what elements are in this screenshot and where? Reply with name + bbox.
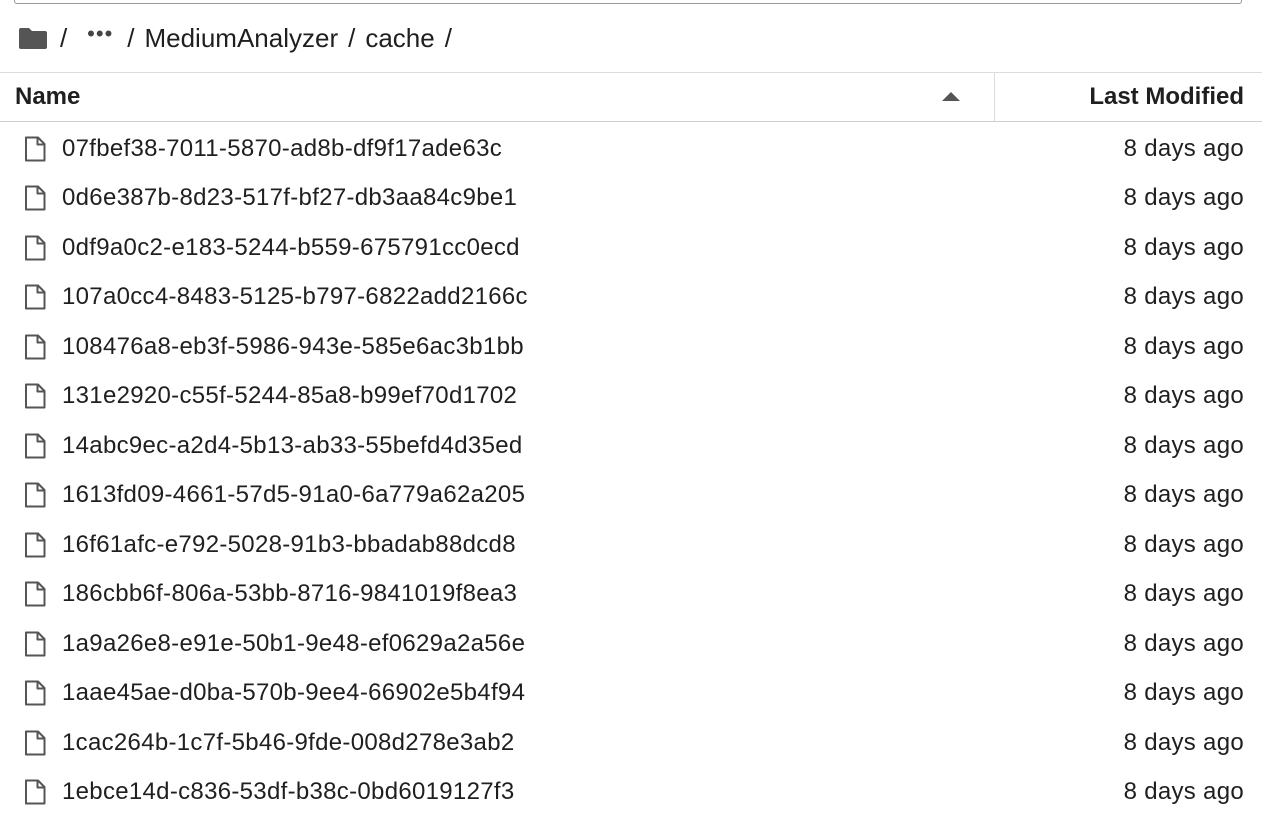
file-last-modified: 8 days ago xyxy=(1124,630,1262,658)
file-icon xyxy=(24,581,46,607)
file-name: 1a9a26e8-e91e-50b1-9e48-ef0629a2a56e xyxy=(62,630,1124,658)
file-last-modified: 8 days ago xyxy=(1124,184,1262,212)
file-icon xyxy=(24,680,46,706)
breadcrumb-ellipsis[interactable]: ••• xyxy=(85,21,115,47)
table-row[interactable]: 0d6e387b-8d23-517f-bf27-db3aa84c9be18 da… xyxy=(0,174,1262,224)
file-icon xyxy=(24,631,46,657)
file-icon xyxy=(24,334,46,360)
breadcrumb-separator: / xyxy=(348,23,355,54)
column-header-last-modified-label: Last Modified xyxy=(1089,83,1244,111)
file-icon xyxy=(24,482,46,508)
table-row[interactable]: 1ebce14d-c836-53df-b38c-0bd6019127f38 da… xyxy=(0,768,1262,817)
file-last-modified: 8 days ago xyxy=(1124,679,1262,707)
table-row[interactable]: 131e2920-c55f-5244-85a8-b99ef70d17028 da… xyxy=(0,372,1262,422)
file-last-modified: 8 days ago xyxy=(1124,580,1262,608)
file-name: 14abc9ec-a2d4-5b13-ab33-55befd4d35ed xyxy=(62,432,1124,460)
column-header-name-label: Name xyxy=(15,83,80,111)
file-name: 0d6e387b-8d23-517f-bf27-db3aa84c9be1 xyxy=(62,184,1124,212)
file-last-modified: 8 days ago xyxy=(1124,531,1262,559)
table-row[interactable]: 107a0cc4-8483-5125-b797-6822add2166c8 da… xyxy=(0,273,1262,323)
breadcrumb-separator: / xyxy=(127,23,134,54)
file-icon xyxy=(24,235,46,261)
breadcrumb-item-cache[interactable]: cache xyxy=(365,23,434,54)
file-name: 1ebce14d-c836-53df-b38c-0bd6019127f3 xyxy=(62,778,1124,806)
file-name: 186cbb6f-806a-53bb-8716-9841019f8ea3 xyxy=(62,580,1124,608)
table-row[interactable]: 1a9a26e8-e91e-50b1-9e48-ef0629a2a56e8 da… xyxy=(0,619,1262,669)
table-row[interactable]: 186cbb6f-806a-53bb-8716-9841019f8ea38 da… xyxy=(0,570,1262,620)
file-name: 108476a8-eb3f-5986-943e-585e6ac3b1bb xyxy=(62,333,1124,361)
breadcrumb-separator: / xyxy=(60,23,67,54)
file-name: 07fbef38-7011-5870-ad8b-df9f17ade63c xyxy=(62,135,1124,163)
file-last-modified: 8 days ago xyxy=(1124,729,1262,757)
file-icon xyxy=(24,532,46,558)
table-row[interactable]: 1cac264b-1c7f-5b46-9fde-008d278e3ab28 da… xyxy=(0,718,1262,768)
table-header: Name Last Modified xyxy=(0,72,1262,122)
breadcrumb-separator: / xyxy=(445,23,452,54)
table-row[interactable]: 07fbef38-7011-5870-ad8b-df9f17ade63c8 da… xyxy=(0,124,1262,174)
file-icon xyxy=(24,730,46,756)
file-last-modified: 8 days ago xyxy=(1124,333,1262,361)
file-last-modified: 8 days ago xyxy=(1124,382,1262,410)
file-icon xyxy=(24,383,46,409)
table-row[interactable]: 0df9a0c2-e183-5244-b559-675791cc0ecd8 da… xyxy=(0,223,1262,273)
table-row[interactable]: 1613fd09-4661-57d5-91a0-6a779a62a2058 da… xyxy=(0,471,1262,521)
file-last-modified: 8 days ago xyxy=(1124,135,1262,163)
file-icon xyxy=(24,136,46,162)
sort-ascending-icon xyxy=(942,92,960,101)
file-name: 1aae45ae-d0ba-570b-9ee4-66902e5b4f94 xyxy=(62,679,1124,707)
file-name: 0df9a0c2-e183-5244-b559-675791cc0ecd xyxy=(62,234,1124,262)
table-row[interactable]: 16f61afc-e792-5028-91b3-bbadab88dcd88 da… xyxy=(0,520,1262,570)
breadcrumb-item-mediumanalyzer[interactable]: MediumAnalyzer xyxy=(144,23,338,54)
folder-icon[interactable] xyxy=(18,26,48,50)
file-last-modified: 8 days ago xyxy=(1124,778,1262,806)
column-header-name[interactable]: Name xyxy=(0,73,995,121)
file-icon xyxy=(24,433,46,459)
file-name: 1cac264b-1c7f-5b46-9fde-008d278e3ab2 xyxy=(62,729,1124,757)
file-last-modified: 8 days ago xyxy=(1124,283,1262,311)
file-name: 16f61afc-e792-5028-91b3-bbadab88dcd8 xyxy=(62,531,1124,559)
file-last-modified: 8 days ago xyxy=(1124,234,1262,262)
file-name: 1613fd09-4661-57d5-91a0-6a779a62a205 xyxy=(62,481,1124,509)
column-header-last-modified[interactable]: Last Modified xyxy=(995,73,1262,121)
file-name: 131e2920-c55f-5244-85a8-b99ef70d1702 xyxy=(62,382,1124,410)
table-row[interactable]: 108476a8-eb3f-5986-943e-585e6ac3b1bb8 da… xyxy=(0,322,1262,372)
filter-input[interactable] xyxy=(14,0,1242,4)
breadcrumb: / ••• / MediumAnalyzer / cache / xyxy=(18,18,462,58)
file-last-modified: 8 days ago xyxy=(1124,432,1262,460)
file-icon xyxy=(24,185,46,211)
table-row[interactable]: 1aae45ae-d0ba-570b-9ee4-66902e5b4f948 da… xyxy=(0,669,1262,719)
table-row[interactable]: 14abc9ec-a2d4-5b13-ab33-55befd4d35ed8 da… xyxy=(0,421,1262,471)
file-last-modified: 8 days ago xyxy=(1124,481,1262,509)
file-list: 07fbef38-7011-5870-ad8b-df9f17ade63c8 da… xyxy=(0,124,1262,817)
file-name: 107a0cc4-8483-5125-b797-6822add2166c xyxy=(62,283,1124,311)
file-icon xyxy=(24,284,46,310)
file-icon xyxy=(24,779,46,805)
